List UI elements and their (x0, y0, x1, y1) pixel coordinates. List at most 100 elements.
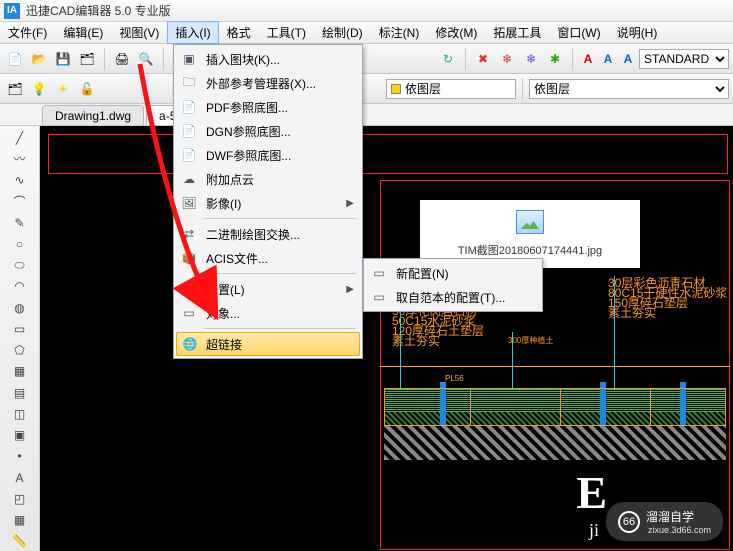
dgn-icon: 📄 (180, 124, 198, 138)
menu-separator (204, 218, 356, 219)
menu-item-label: PDF参照底图... (206, 99, 288, 116)
menu-insert[interactable]: 插入(I) (167, 21, 218, 44)
menu-dim[interactable]: 标注(N) (371, 21, 428, 44)
image-icon: 🖼 (180, 196, 198, 210)
menu-binary-exchange[interactable]: ⇄二进制绘图交换... (176, 222, 360, 246)
app-icon: IA (4, 3, 20, 19)
donut-tool-icon[interactable]: ◍ (10, 298, 30, 317)
submenu-new-config[interactable]: ▭新配置(N) (366, 261, 540, 285)
region-tool-icon[interactable]: ▣ (10, 426, 30, 445)
table-tool-icon[interactable]: ▦ (10, 511, 30, 530)
menu-separator (204, 273, 356, 274)
menu-dwf-underlay[interactable]: 📄DWF参照底图... (176, 143, 360, 167)
open-button[interactable]: 📂 (28, 48, 50, 70)
lock-icon[interactable]: 🔓 (76, 78, 98, 100)
title-bar: IA 迅捷CAD编辑器 5.0 专业版 (0, 0, 733, 22)
menu-file[interactable]: 文件(F) (0, 21, 55, 44)
gradient-tool-icon[interactable]: ▤ (10, 383, 30, 402)
menu-dgn-underlay[interactable]: 📄 DGN参照底图... (176, 119, 360, 143)
menu-item-label: ACIS文件... (206, 250, 268, 267)
saveas-button[interactable]: 🗂 (76, 48, 98, 70)
badge-brand: 溜溜自学 (646, 508, 711, 525)
menu-hyperlink[interactable]: 🌐超链接 (176, 332, 360, 356)
circle-tool-icon[interactable]: ○ (10, 234, 30, 253)
menu-bar: 文件(F) 编辑(E) 视图(V) 插入(I) 格式 工具(T) 绘制(D) 标… (0, 22, 733, 44)
layer-iso-icon[interactable]: ❄ (496, 48, 518, 70)
polygon-tool-icon[interactable]: ⬠ (10, 341, 30, 360)
layer-on-icon[interactable]: ✱ (544, 48, 566, 70)
window-title: 迅捷CAD编辑器 5.0 专业版 (26, 2, 171, 19)
text-style-a-blue2[interactable]: A (619, 52, 637, 66)
menu-config[interactable]: ▭配置(L)▶ (176, 277, 360, 301)
menu-extend[interactable]: 拓展工具 (485, 21, 549, 44)
menu-item-label: DGN参照底图... (206, 123, 291, 140)
menu-window[interactable]: 窗口(W) (549, 21, 608, 44)
point-tool-icon[interactable]: • (10, 447, 30, 466)
layer-off-icon[interactable]: ✖ (472, 48, 494, 70)
submenu-from-template[interactable]: ▭取自范本的配置(T)... (366, 285, 540, 309)
menu-tools[interactable]: 工具(T) (259, 21, 314, 44)
menu-acis-file[interactable]: 📦 ACIS文件... (176, 246, 360, 270)
layer-color-swatch (391, 84, 401, 94)
menu-image[interactable]: 🖼影像(I)▶ (176, 191, 360, 215)
text-style-combo[interactable]: STANDARD (639, 49, 729, 69)
measure-tool-icon[interactable]: 📏 (10, 532, 30, 551)
preview-button[interactable]: 🔍 (135, 48, 157, 70)
menu-item-label: 配置(L) (206, 281, 245, 298)
config-submenu: ▭新配置(N) ▭取自范本的配置(T)... (363, 258, 543, 312)
line-tool-icon[interactable]: ╱ (10, 128, 30, 147)
menu-point-cloud[interactable]: ☁附加点云 (176, 167, 360, 191)
freehand-tool-icon[interactable]: ✎ (10, 213, 30, 232)
tab-drawing1[interactable]: Drawing1.dwg (42, 105, 144, 125)
layer-freeze-icon[interactable]: ❄ (520, 48, 542, 70)
save-button[interactable]: 💾 (52, 48, 74, 70)
menu-pdf-underlay[interactable]: 📄PDF参照底图... (176, 95, 360, 119)
submenu-arrow-icon: ▶ (346, 198, 354, 209)
dwf-icon: 📄 (180, 148, 198, 162)
linetype-combo[interactable]: 依图层 (529, 79, 729, 99)
menu-insert-block[interactable]: ▣插入图块(K)... (176, 47, 360, 71)
boundary-tool-icon[interactable]: ◫ (10, 404, 30, 423)
toolbar-main: 📄 📂 💾 🗂 🖨 🔍 ✂ 📋 ↻ ✖ ❄ ❄ ✱ A A A STANDARD (0, 44, 733, 74)
image-icon (516, 210, 544, 234)
text-tool-icon[interactable]: A (10, 468, 30, 487)
menu-draw[interactable]: 绘制(D) (314, 21, 371, 44)
text-style-a-blue[interactable]: A (599, 52, 617, 66)
menu-edit[interactable]: 编辑(E) (55, 21, 111, 44)
separator (522, 78, 523, 100)
tool-palette: ╱ 〰 ∿ ⌒ ✎ ○ ⬭ ◠ ◍ ▭ ⬠ ▦ ▤ ◫ ▣ • A ◰ ▦ 📏 (0, 126, 40, 551)
cad-note: 300厚种植土 (508, 336, 553, 346)
cloud-icon: ☁ (180, 172, 198, 186)
drawing-canvas[interactable]: TIM截图20180607174441.jpg 30厚花岗岩石材50C15水泥砂… (40, 126, 733, 551)
ellipse-arc-icon[interactable]: ◠ (10, 277, 30, 296)
layer-manager-icon[interactable]: 🗂 (4, 78, 26, 100)
acis-icon: 📦 (180, 251, 198, 265)
text-style-a-red[interactable]: A (579, 52, 597, 66)
hatch-tool-icon[interactable]: ▦ (10, 362, 30, 381)
cad-divider (560, 388, 561, 426)
menu-modify[interactable]: 修改(M) (427, 21, 485, 44)
block-tool-icon[interactable]: ◰ (10, 489, 30, 508)
layer-combo[interactable]: 依图层 (386, 79, 516, 99)
menu-format[interactable]: 格式 (219, 21, 259, 44)
menu-object[interactable]: ▭对象... (176, 301, 360, 325)
layer-combo-label: 依图层 (405, 80, 441, 97)
polyline-tool-icon[interactable]: 〰 (10, 149, 30, 168)
arc-tool-icon[interactable]: ⌒ (10, 192, 30, 211)
rectangle-tool-icon[interactable]: ▭ (10, 319, 30, 338)
separator (163, 48, 164, 70)
document-tabs: Drawing1.dwg a-5.d (0, 104, 733, 126)
cad-note: 30层彩色沥青石材80C15干硬性水泥砂浆150厚碎石垫层素土夯实 (608, 278, 727, 318)
lightbulb-icon[interactable]: 💡 (28, 78, 50, 100)
tab-label: Drawing1.dwg (55, 109, 131, 123)
new-button[interactable]: 📄 (4, 48, 26, 70)
cad-leader (614, 276, 615, 388)
sun-icon[interactable]: ☀ (52, 78, 74, 100)
menu-help[interactable]: 说明(H) (609, 21, 666, 44)
spline-tool-icon[interactable]: ∿ (10, 171, 30, 190)
menu-xref-manager[interactable]: 🗀外部参考管理器(X)... (176, 71, 360, 95)
print-button[interactable]: 🖨 (111, 48, 133, 70)
redo-button[interactable]: ↻ (437, 48, 459, 70)
ellipse-tool-icon[interactable]: ⬭ (10, 256, 30, 275)
menu-view[interactable]: 视图(V) (111, 21, 167, 44)
